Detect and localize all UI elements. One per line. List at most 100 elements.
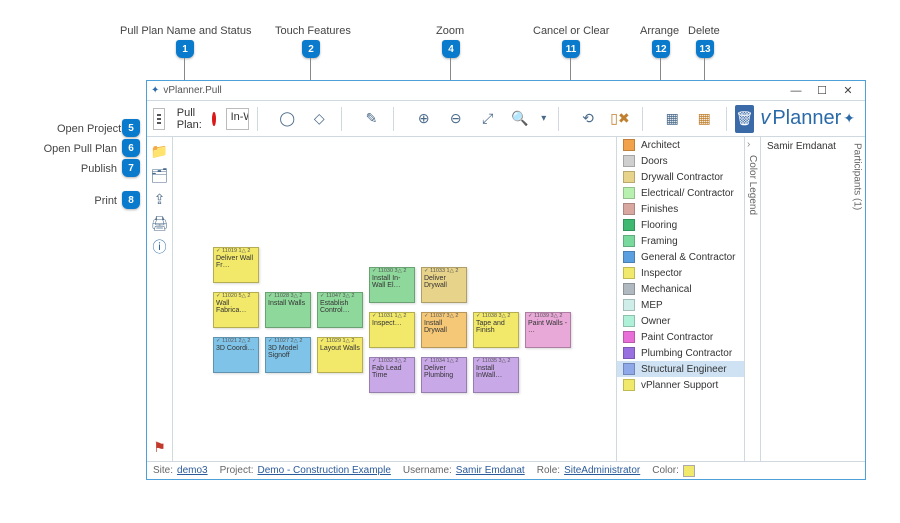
app-window: ✦ vPlanner.Pull — ☐ ✕ Pull Plan: In-Wall… [146, 80, 866, 480]
right-panels: ArchitectDoorsDrywall ContractorElectric… [616, 137, 865, 461]
legend-item[interactable]: Architect [617, 137, 744, 153]
callout-12: 12 [652, 40, 670, 58]
legend-item[interactable]: Doors [617, 153, 744, 169]
callout-7: 7 [122, 159, 140, 177]
sticky-note[interactable]: ✓ 11020 5△ 2Wall Fabrica… [213, 292, 259, 328]
sticky-note[interactable]: ✓ 11037 3△ 2Install Drywall [421, 312, 467, 348]
open-project-button[interactable]: 📁 [150, 141, 170, 161]
sticky-note[interactable]: ✓ 11029 1△ 2Layout Walls [317, 337, 363, 373]
touch-shape-button[interactable]: ◇ [305, 105, 333, 133]
legend-item[interactable]: Framing [617, 233, 744, 249]
toolbar: Pull Plan: In-Wall F ◯ ◇ ✎ ⊕ ⊖ ⤢ 🔍 ▾ ⟲ ▯… [147, 101, 865, 137]
legend-item[interactable]: Drywall Contractor [617, 169, 744, 185]
legend-item[interactable]: Paint Contractor [617, 329, 744, 345]
fit-screen-button[interactable]: ⤢ [474, 105, 502, 133]
callout-1: 1 [176, 40, 194, 58]
status-color-swatch[interactable] [683, 465, 695, 477]
window-title: vPlanner.Pull [163, 85, 221, 96]
brand-logo: vPlanner✦ [760, 107, 859, 130]
callout-label-1: Pull Plan Name and Status [120, 25, 251, 37]
callout-label-8: Print [92, 195, 117, 207]
chevron-right-icon: › [747, 139, 750, 150]
status-color-label: Color: [652, 465, 679, 476]
callout-label-12: Arrange [640, 25, 679, 37]
cancel-button[interactable]: ⟲ [574, 105, 602, 133]
touch-group: ◯ ◇ [273, 105, 333, 133]
info-button[interactable]: ⓘ [150, 237, 170, 257]
status-role-label: Role: [537, 465, 560, 476]
legend-item[interactable]: Flooring [617, 217, 744, 233]
sticky-note[interactable]: ✓ 11032 3△ 2Fab Lead Time [369, 357, 415, 393]
collaboration-canvas[interactable]: ✓ 11019 1△ 2Deliver Wall Fr… ✓ 11020 5△ 2… [173, 137, 616, 461]
sticky-note[interactable]: ✓ 11021 2△ 23D Coordi… [213, 337, 259, 373]
legend-item[interactable]: Structural Engineer [617, 361, 744, 377]
grid-button[interactable]: ▦ [658, 105, 686, 133]
sticky-note[interactable]: ✓ 11035 3△ 2Install InWall… [473, 357, 519, 393]
legend-item[interactable]: Mechanical [617, 281, 744, 297]
menu-button[interactable] [153, 108, 165, 130]
participants-tab[interactable]: Participants (1) [849, 137, 865, 461]
search-button[interactable]: 🔍 [506, 105, 534, 133]
titlebar: ✦ vPlanner.Pull — ☐ ✕ [147, 81, 865, 101]
color-legend-tab[interactable]: › Color Legend [745, 137, 761, 461]
search-dropdown[interactable]: ▾ [538, 105, 550, 133]
sticky-note[interactable]: ✓ 11027 2△ 23D Model Signoff [265, 337, 311, 373]
legend-item[interactable]: MEP [617, 297, 744, 313]
legend-item[interactable]: Finishes [617, 201, 744, 217]
callout-11: 11 [562, 40, 580, 58]
flag-button[interactable]: ⚑ [150, 437, 170, 457]
close-button[interactable]: ✕ [835, 84, 861, 97]
clear-group: ⟲ ▯✖ [574, 105, 634, 133]
status-user-label: Username: [403, 465, 452, 476]
status-indicator [212, 112, 216, 126]
callout-label-4: Zoom [436, 25, 464, 37]
callout-5: 5 [122, 119, 140, 137]
sticky-note[interactable]: ✓ 11030 3△ 2Install In-Wall El… [369, 267, 415, 303]
status-project[interactable]: Demo - Construction Example [258, 465, 391, 476]
sticky-note[interactable]: ✓ 11034 1△ 2Deliver Plumbing [421, 357, 467, 393]
sticky-note[interactable]: ✓ 11028 3△ 2Install Walls [265, 292, 311, 328]
participant-name: Samir Emdanat [767, 141, 843, 152]
legend-item[interactable]: Owner [617, 313, 744, 329]
open-pullplan-button[interactable]: 🗂 [150, 165, 170, 185]
status-user[interactable]: Samir Emdanat [456, 465, 525, 476]
status-site-label: Site: [153, 465, 173, 476]
callout-13: 13 [696, 40, 714, 58]
legend-item[interactable]: General & Contractor [617, 249, 744, 265]
legend-item[interactable]: Inspector [617, 265, 744, 281]
print-button[interactable]: 🖨 [150, 213, 170, 233]
maximize-button[interactable]: ☐ [809, 84, 835, 97]
clear-button[interactable]: ▯✖ [606, 105, 634, 133]
zoom-group: ⊕ ⊖ ⤢ 🔍 ▾ [410, 105, 550, 133]
sticky-note[interactable]: ✓ 11047 3△ 2Establish Control… [317, 292, 363, 328]
sticky-note[interactable]: ✓ 11038 3△ 2Tape and Finish [473, 312, 519, 348]
callout-4: 4 [442, 40, 460, 58]
app-icon: ✦ [151, 85, 159, 96]
publish-button[interactable]: ⇪ [150, 189, 170, 209]
status-role[interactable]: SiteAdministrator [564, 465, 640, 476]
callout-2: 2 [302, 40, 320, 58]
zoom-out-button[interactable]: ⊖ [442, 105, 470, 133]
left-rail: 📁 🗂 ⇪ 🖨 ⓘ ⚑ [147, 137, 173, 461]
sticky-note[interactable]: ✓ 11033 1△ 2Deliver Drywall [421, 267, 467, 303]
status-site[interactable]: demo3 [177, 465, 208, 476]
annotation-button[interactable]: ✎ [357, 105, 385, 133]
legend-item[interactable]: Electrical/ Contractor [617, 185, 744, 201]
minimize-button[interactable]: — [783, 85, 809, 97]
callout-label-7: Publish [77, 163, 117, 175]
sticky-note[interactable]: ✓ 11019 1△ 2Deliver Wall Fr… [213, 247, 259, 283]
legend-item[interactable]: vPlanner Support [617, 377, 744, 393]
touch-rotate-button[interactable]: ◯ [273, 105, 301, 133]
status-project-label: Project: [220, 465, 254, 476]
sticky-note[interactable]: ✓ 11031 1△ 2Inspect… [369, 312, 415, 348]
annotation-group: ✎ [357, 105, 385, 133]
color-legend-panel[interactable]: ArchitectDoorsDrywall ContractorElectric… [617, 137, 745, 461]
legend-item[interactable]: Plumbing Contractor [617, 345, 744, 361]
callout-label-13: Delete [688, 25, 720, 37]
pullplan-name-field[interactable]: In-Wall F [226, 108, 249, 130]
delete-button[interactable]: 🗑 [735, 105, 755, 133]
arrange-button[interactable]: ▦ [690, 105, 718, 133]
callout-label-6: Open Pull Plan [40, 143, 117, 155]
zoom-in-button[interactable]: ⊕ [410, 105, 438, 133]
sticky-note[interactable]: ✓ 11039 3△ 2Paint Walls - … [525, 312, 571, 348]
